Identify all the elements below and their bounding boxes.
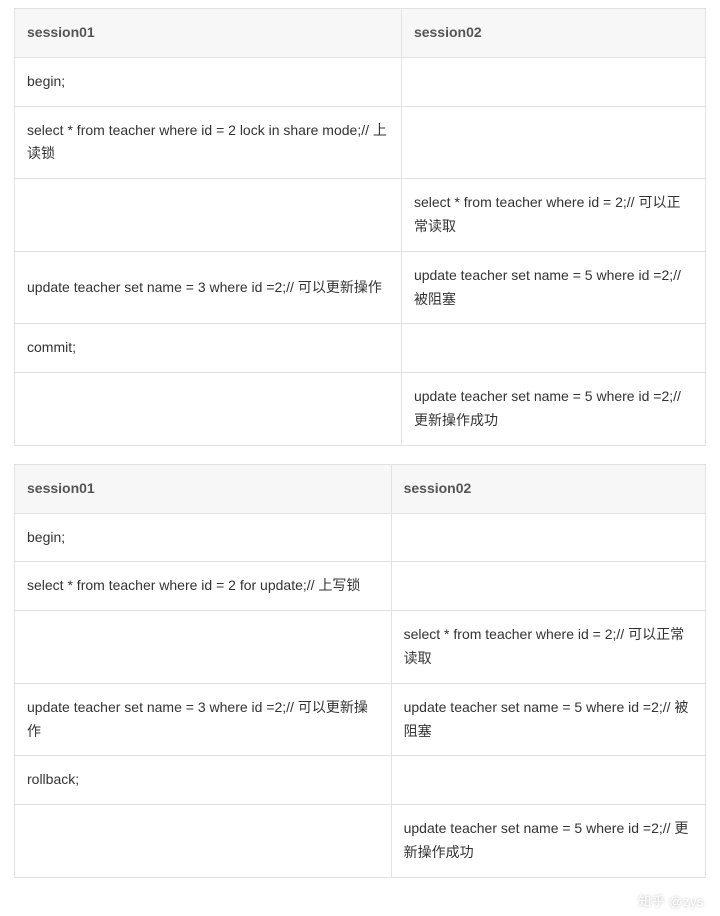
table-row: update teacher set name = 3 where id =2;… bbox=[15, 683, 706, 756]
col-header-session01: session01 bbox=[15, 9, 402, 58]
page: session01 session02 begin; select * from… bbox=[0, 0, 720, 916]
cell: rollback; bbox=[15, 756, 392, 805]
table-row: commit; bbox=[15, 324, 706, 373]
table-row: update teacher set name = 3 where id =2;… bbox=[15, 251, 706, 324]
col-header-session01: session01 bbox=[15, 464, 392, 513]
cell: update teacher set name = 3 where id =2;… bbox=[15, 683, 392, 756]
table-row: select * from teacher where id = 2;// 可以… bbox=[15, 611, 706, 684]
table-row: begin; bbox=[15, 513, 706, 562]
cell: update teacher set name = 5 where id =2;… bbox=[401, 251, 705, 324]
table-row: select * from teacher where id = 2;// 可以… bbox=[15, 179, 706, 252]
cell bbox=[401, 106, 705, 179]
watermark: 知乎 @zys bbox=[638, 891, 704, 910]
cell bbox=[15, 179, 402, 252]
table-row: begin; bbox=[15, 57, 706, 106]
table-row: select * from teacher where id = 2 for u… bbox=[15, 562, 706, 611]
cell bbox=[401, 324, 705, 373]
cell: commit; bbox=[15, 324, 402, 373]
col-header-session02: session02 bbox=[391, 464, 705, 513]
for-update-table: session01 session02 begin; select * from… bbox=[14, 464, 706, 878]
table-row: update teacher set name = 5 where id =2;… bbox=[15, 805, 706, 878]
cell bbox=[15, 805, 392, 878]
table-row: rollback; bbox=[15, 756, 706, 805]
cell: select * from teacher where id = 2 lock … bbox=[15, 106, 402, 179]
cell bbox=[401, 57, 705, 106]
cell bbox=[15, 611, 392, 684]
cell: update teacher set name = 5 where id =2;… bbox=[401, 373, 705, 446]
cell bbox=[15, 373, 402, 446]
table-header-row: session01 session02 bbox=[15, 464, 706, 513]
cell: select * from teacher where id = 2;// 可以… bbox=[391, 611, 705, 684]
table-row: select * from teacher where id = 2 lock … bbox=[15, 106, 706, 179]
cell: update teacher set name = 5 where id =2;… bbox=[391, 683, 705, 756]
cell: begin; bbox=[15, 513, 392, 562]
cell: update teacher set name = 3 where id =2;… bbox=[15, 251, 402, 324]
cell: select * from teacher where id = 2;// 可以… bbox=[401, 179, 705, 252]
table-header-row: session01 session02 bbox=[15, 9, 706, 58]
table-row: update teacher set name = 5 where id =2;… bbox=[15, 373, 706, 446]
cell: begin; bbox=[15, 57, 402, 106]
cell bbox=[391, 756, 705, 805]
lock-share-mode-table: session01 session02 begin; select * from… bbox=[14, 8, 706, 446]
cell bbox=[391, 562, 705, 611]
cell: update teacher set name = 5 where id =2;… bbox=[391, 805, 705, 878]
cell: select * from teacher where id = 2 for u… bbox=[15, 562, 392, 611]
col-header-session02: session02 bbox=[401, 9, 705, 58]
cell bbox=[391, 513, 705, 562]
